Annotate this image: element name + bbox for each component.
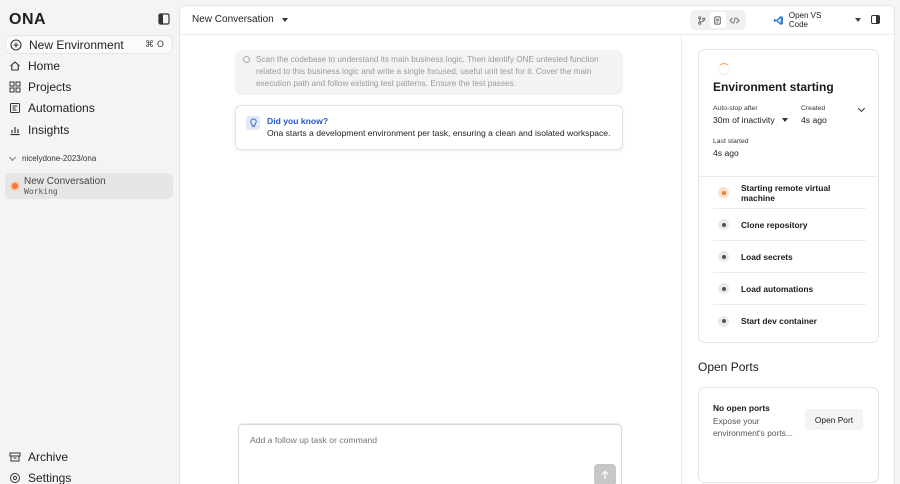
code-icon: [729, 16, 740, 24]
sidebar-item-insights[interactable]: Insights: [5, 120, 173, 139]
sidebar-item-home[interactable]: Home: [5, 56, 173, 75]
new-environment-shortcut: ⌘ O: [145, 39, 164, 50]
sidebar-item-label: Home: [28, 58, 61, 73]
view-toggle-group: [690, 10, 746, 30]
environment-status-card: Environment starting Auto-stop after 30m…: [698, 49, 879, 343]
last-started-value: 4s ago: [713, 148, 739, 158]
repo-section-toggle[interactable]: nicelydone-2023/ona: [8, 153, 97, 163]
document-view-button[interactable]: [709, 12, 726, 28]
step-pending-indicator: [718, 251, 729, 262]
new-environment-label: New Environment: [29, 37, 124, 52]
tip-card: Did you know? Ona starts a development e…: [235, 105, 623, 150]
step-label: Load automations: [741, 283, 814, 294]
startup-step: Clone repository: [713, 209, 866, 241]
arrow-up-icon: [601, 470, 609, 479]
conversation-list-item[interactable]: New Conversation Working: [5, 173, 173, 199]
plus-circle-icon: [10, 38, 22, 51]
sidebar: ONA New Environment ⌘ O Home Projects Au…: [0, 0, 179, 484]
sidebar-item-archive[interactable]: Archive: [5, 447, 173, 466]
last-started-label: Last started: [713, 138, 749, 145]
tip-title: Did you know?: [267, 116, 329, 126]
clock-icon: [243, 56, 250, 63]
step-label: Starting remote virtual machine: [740, 182, 831, 203]
user-prompt-card: Scan the codebase to understand its main…: [235, 50, 623, 95]
open-ports-card: No open ports Expose your environment's …: [698, 387, 879, 483]
follow-up-input[interactable]: [250, 435, 550, 445]
caret-down-icon: [781, 118, 788, 122]
conversation-item-status: Working: [24, 187, 58, 196]
home-icon: [10, 60, 20, 71]
sidebar-item-label: Insights: [28, 122, 70, 137]
created-value: 4s ago: [801, 115, 827, 125]
open-vscode-button[interactable]: Open VS Code: [769, 10, 861, 30]
sidebar-item-settings[interactable]: Settings: [5, 468, 173, 484]
vscode-icon: [773, 15, 783, 25]
ona-logo[interactable]: ONA: [9, 11, 46, 29]
repo-name: nicelydone-2023/ona: [22, 154, 97, 163]
conversation-item-title: New Conversation: [24, 176, 106, 187]
sidebar-item-automations[interactable]: Automations: [5, 98, 173, 117]
sidebar-item-label: Archive: [28, 449, 69, 464]
follow-up-input-box: [238, 424, 622, 484]
document-icon: [714, 15, 722, 25]
expand-details-chevron-icon[interactable]: [857, 104, 866, 113]
loading-spinner-icon: [718, 63, 730, 75]
open-vscode-label: Open VS Code: [788, 11, 822, 29]
auto-stop-dropdown[interactable]: 30m of inactivity: [713, 115, 788, 125]
step-pending-indicator: [718, 283, 729, 294]
startup-step: Start dev container: [713, 305, 866, 337]
sidebar-item-projects[interactable]: Projects: [5, 77, 173, 96]
no-open-ports-label: No open ports: [713, 403, 770, 413]
caret-down-icon[interactable]: [855, 18, 861, 22]
sidebar-item-label: Settings: [28, 470, 72, 484]
top-bar: New Conversation Open VS Code: [180, 6, 896, 35]
tip-text: Ona starts a development environment per…: [267, 128, 611, 138]
auto-stop-value: 30m of inactivity: [713, 115, 775, 125]
auto-stop-label: Auto-stop after: [713, 105, 758, 112]
step-label: Clone repository: [741, 219, 808, 230]
environment-title: Environment starting: [713, 80, 834, 94]
lightbulb-icon: [246, 116, 260, 130]
startup-step: Load automations: [713, 273, 866, 305]
working-status-dot: [12, 183, 18, 189]
collapse-sidebar-icon[interactable]: [158, 13, 170, 25]
step-active-indicator: [718, 187, 729, 198]
sidebar-item-label: Projects: [28, 79, 72, 94]
startup-step: Load secrets: [713, 241, 866, 273]
new-environment-button[interactable]: New Environment ⌘ O: [5, 35, 173, 54]
step-label: Load secrets: [741, 251, 793, 262]
environment-panel: Environment starting Auto-stop after 30m…: [681, 35, 895, 484]
user-prompt-text: Scan the codebase to understand its main…: [256, 55, 599, 88]
sidebar-item-label: Automations: [28, 100, 95, 115]
caret-down-icon: [281, 17, 288, 22]
send-button[interactable]: [594, 464, 616, 484]
conversation-title: New Conversation: [192, 14, 274, 25]
created-label: Created: [801, 105, 826, 112]
insights-icon: [10, 126, 20, 135]
conversation-title-dropdown[interactable]: New Conversation: [192, 14, 288, 25]
automation-icon: [10, 102, 20, 113]
open-ports-heading: Open Ports: [698, 360, 759, 374]
archive-icon: [9, 452, 21, 461]
step-label: Start dev container: [741, 316, 817, 326]
step-pending-indicator: [718, 315, 729, 327]
main-panel: New Conversation Open VS Code Scan the c…: [179, 5, 896, 484]
git-branch-icon: [698, 15, 706, 25]
branch-view-button[interactable]: [693, 12, 709, 28]
startup-step: Starting remote virtual machine: [713, 177, 866, 209]
code-view-button[interactable]: [727, 12, 743, 28]
grid-icon: [9, 81, 21, 92]
open-port-button[interactable]: Open Port: [805, 409, 863, 430]
toggle-right-panel-icon[interactable]: [871, 15, 880, 24]
step-pending-indicator: [718, 219, 729, 230]
settings-icon: [10, 472, 20, 483]
open-ports-description: Expose your environment's ports...: [713, 416, 793, 438]
chevron-down-icon: [8, 153, 17, 161]
